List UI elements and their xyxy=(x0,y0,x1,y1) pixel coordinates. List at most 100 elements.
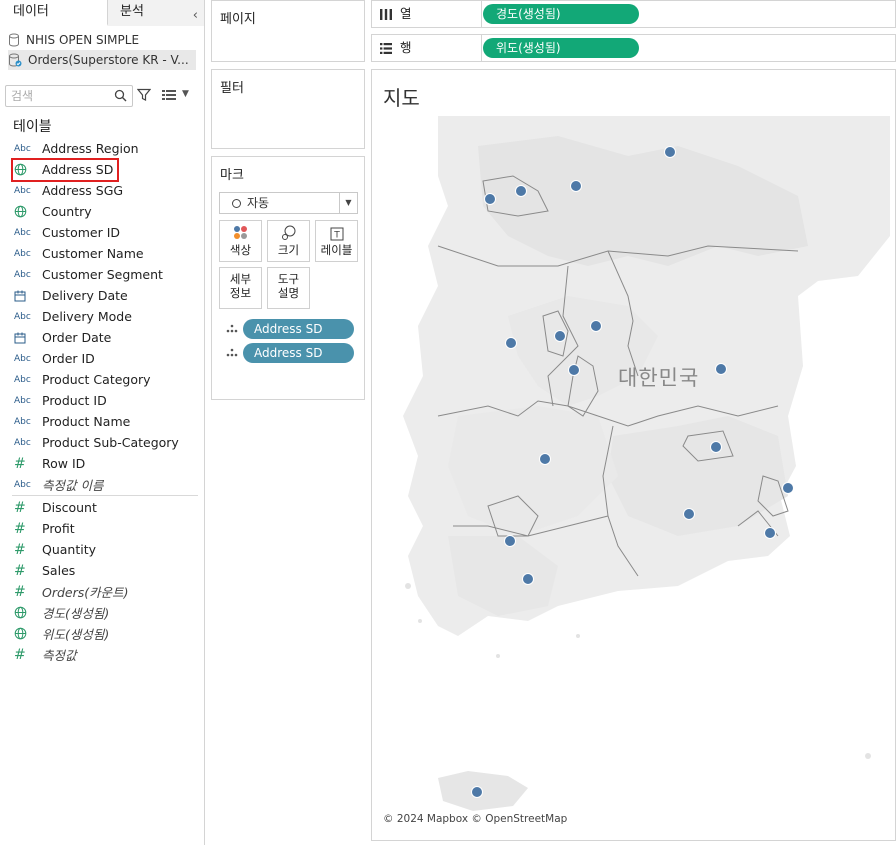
field-field[interactable]: Delivery Date xyxy=(0,285,204,306)
region-mark-dot[interactable] xyxy=(554,330,566,342)
columns-shelf-label: 열 xyxy=(372,1,482,27)
list-view-icon[interactable] xyxy=(162,89,176,101)
map-canvas[interactable]: 대한민국 © 2024 Mapbox © OpenStreetMap xyxy=(378,116,890,830)
number-type-icon: # xyxy=(14,499,26,516)
field-measure[interactable]: 경도(생성됨) xyxy=(0,602,204,623)
field-field[interactable]: Abc Customer ID xyxy=(0,222,204,243)
region-mark-dot[interactable] xyxy=(484,193,496,205)
tooltip-button[interactable]: 도구 설명 xyxy=(267,267,310,309)
longitude-pill[interactable]: 경도(생성됨) xyxy=(483,4,639,24)
chevron-down-icon[interactable]: ▼ xyxy=(182,89,189,99)
region-mark-dot[interactable] xyxy=(539,453,551,465)
color-button[interactable]: 색상 xyxy=(219,220,262,262)
tab-data[interactable]: 데이터 xyxy=(0,0,108,26)
field-measure[interactable]: # Discount xyxy=(0,497,204,518)
field-field[interactable]: Abc Order ID xyxy=(0,348,204,369)
field-name: Order Date xyxy=(42,330,112,345)
field-name: Product Category xyxy=(42,372,151,387)
region-mark-dot[interactable] xyxy=(590,320,602,332)
region-mark-dot[interactable] xyxy=(505,337,517,349)
field-field[interactable]: Abc Product Sub-Category xyxy=(0,432,204,453)
rows-icon xyxy=(380,42,392,54)
field-name: Sales xyxy=(42,563,76,578)
latitude-pill[interactable]: 위도(생성됨) xyxy=(483,38,639,58)
field-measure[interactable]: # 측정값 xyxy=(0,644,204,665)
database-connected-icon xyxy=(9,53,22,67)
field-field[interactable]: Abc Delivery Mode xyxy=(0,306,204,327)
region-mark-dot[interactable] xyxy=(664,146,676,158)
region-mark-dot[interactable] xyxy=(683,508,695,520)
tab-analytics[interactable]: 분석 ‹ xyxy=(108,0,204,26)
region-mark-dot[interactable] xyxy=(715,363,727,375)
collapse-pane-icon[interactable]: ‹ xyxy=(193,4,198,28)
field-field[interactable]: Abc Customer Segment xyxy=(0,264,204,285)
chevron-down-icon[interactable]: ▼ xyxy=(339,193,357,213)
field-type-icon: Abc xyxy=(0,312,42,322)
region-mark-dot[interactable] xyxy=(568,364,580,376)
field-type-icon: Abc xyxy=(0,375,42,385)
pages-card[interactable]: 페이지 xyxy=(211,0,365,62)
string-type-icon: Abc xyxy=(14,143,31,154)
field-field[interactable]: Country xyxy=(0,201,204,222)
map-attribution[interactable]: © 2024 Mapbox © OpenStreetMap xyxy=(383,813,567,825)
rows-shelf[interactable]: 행 위도(생성됨) xyxy=(371,34,896,62)
tooltip-label-2: 설명 xyxy=(277,286,300,300)
region-mark-dot[interactable] xyxy=(522,573,534,585)
divider xyxy=(12,495,198,496)
highlight-box xyxy=(11,158,119,182)
field-name: Product ID xyxy=(42,393,107,408)
marks-card-title: 마크 xyxy=(220,168,244,183)
mark-type-label: 자동 xyxy=(247,196,270,210)
field-measure[interactable]: 위도(생성됨) xyxy=(0,623,204,644)
field-field[interactable]: # Row ID xyxy=(0,453,204,474)
field-type-icon: Abc xyxy=(0,396,42,406)
string-type-icon: Abc xyxy=(14,248,31,259)
field-field[interactable]: Abc Address SGG xyxy=(0,180,204,201)
string-type-icon: Abc xyxy=(14,416,31,427)
size-label: 크기 xyxy=(277,243,300,257)
field-measure[interactable]: # Sales xyxy=(0,560,204,581)
detail-button[interactable]: 세부 정보 xyxy=(219,267,262,309)
columns-shelf[interactable]: 열 경도(생성됨) xyxy=(371,0,896,28)
label-button[interactable]: T 레이블 xyxy=(315,220,358,262)
marks-card: 마크 자동 ▼ 색상 크기 T 레이블 세부 정보 도구 설명 Address … xyxy=(211,156,365,400)
region-mark-dot[interactable] xyxy=(471,786,483,798)
tab-analytics-label: 분석 xyxy=(120,4,144,19)
filters-card[interactable]: 필터 xyxy=(211,69,365,149)
region-mark-dot[interactable] xyxy=(710,441,722,453)
datasource-name: Orders(Superstore KR - V... xyxy=(28,53,189,67)
field-field[interactable]: Abc 측정값 이름 xyxy=(0,474,204,495)
field-field[interactable]: Order Date xyxy=(0,327,204,348)
field-type-icon: Abc xyxy=(0,354,42,364)
field-search-input[interactable]: 검색 xyxy=(5,85,133,107)
field-measure[interactable]: # Orders(카운트) xyxy=(0,581,204,602)
field-field[interactable]: Abc Product Name xyxy=(0,411,204,432)
region-mark-dot[interactable] xyxy=(782,482,794,494)
size-button[interactable]: 크기 xyxy=(267,220,310,262)
mark-field-row[interactable]: Address SD xyxy=(226,319,354,339)
field-measure[interactable]: # Profit xyxy=(0,518,204,539)
datasource-item[interactable]: NHIS OPEN SIMPLE xyxy=(8,30,196,50)
filter-icon[interactable] xyxy=(137,88,151,102)
mark-field-row[interactable]: Address SD xyxy=(226,343,354,363)
field-field[interactable]: Abc Address Region xyxy=(0,138,204,159)
string-type-icon: Abc xyxy=(14,269,31,280)
size-icon xyxy=(281,225,295,240)
datasource-item-active[interactable]: Orders(Superstore KR - V... xyxy=(8,50,196,70)
field-field[interactable]: Abc Customer Name xyxy=(0,243,204,264)
address-sd-pill[interactable]: Address SD xyxy=(243,319,354,339)
search-icon[interactable] xyxy=(114,89,127,102)
region-mark-dot[interactable] xyxy=(764,527,776,539)
field-field[interactable]: Abc Product Category xyxy=(0,369,204,390)
mark-type-dropdown[interactable]: 자동 ▼ xyxy=(219,192,358,214)
field-field[interactable]: Abc Product ID xyxy=(0,390,204,411)
region-mark-dot[interactable] xyxy=(504,535,516,547)
region-mark-dot[interactable] xyxy=(570,180,582,192)
region-mark-dot[interactable] xyxy=(515,185,527,197)
address-sd-pill[interactable]: Address SD xyxy=(243,343,354,363)
field-name: Country xyxy=(42,204,92,219)
field-measure[interactable]: # Quantity xyxy=(0,539,204,560)
field-type-icon: Abc xyxy=(0,228,42,238)
field-name: Discount xyxy=(42,500,97,515)
globe-icon xyxy=(14,606,27,619)
